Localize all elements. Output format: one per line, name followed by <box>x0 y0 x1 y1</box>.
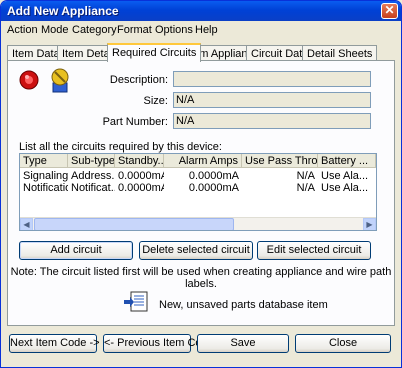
menu-category[interactable]: Category <box>72 24 117 36</box>
first-circuit-note: Note: The circuit listed first will be u… <box>10 266 392 290</box>
table-cell[interactable]: 0.0000mA <box>164 170 242 182</box>
size-field[interactable]: N/A <box>173 92 371 108</box>
strobe-device-icon <box>51 68 69 93</box>
part-number-field[interactable]: N/A <box>173 113 371 129</box>
size-label: Size: <box>143 95 168 107</box>
table-cell[interactable]: Notification <box>20 182 68 194</box>
column-header-pass-through[interactable]: Use Pass Throu... <box>242 154 318 168</box>
column-header-battery[interactable]: Battery ... <box>318 154 376 168</box>
column-header-type[interactable]: Type <box>20 154 68 168</box>
menu-options[interactable]: Options <box>155 24 193 36</box>
menu-format[interactable]: Format <box>117 24 152 36</box>
part-number-label: Part Number: <box>102 116 168 128</box>
table-cell[interactable]: Notificat... <box>68 182 115 194</box>
title-bar[interactable]: Add New Appliance ✕ <box>1 1 401 21</box>
tab-detail-sheets[interactable]: Detail Sheets <box>302 45 378 61</box>
table-cell[interactable]: 0.0000mA <box>164 182 242 194</box>
required-circuits-panel: Description: Size: N/A Part Number: N/A … <box>7 60 395 326</box>
description-label: Description: <box>109 74 168 86</box>
scroll-left-arrow-icon[interactable]: ◀ <box>20 218 33 230</box>
table-cell[interactable]: 0.0000mA <box>115 182 164 194</box>
menu-action[interactable]: Action <box>7 24 38 36</box>
circuits-caption: List all the circuits required by this d… <box>19 141 222 153</box>
column-header-standby[interactable]: Standby... <box>115 154 164 168</box>
scroll-right-arrow-icon[interactable]: ▶ <box>363 218 376 230</box>
table-cell[interactable]: N/A <box>242 182 318 194</box>
add-circuit-button[interactable]: Add circuit <box>19 241 133 260</box>
database-sheet-icon <box>124 291 148 312</box>
alarm-bell-icon <box>19 70 39 90</box>
delete-selected-circuit-button[interactable]: Delete selected circuit <box>139 241 253 260</box>
circuits-table[interactable]: Type Sub-type Standby... Alarm Amps Use … <box>19 153 377 231</box>
add-new-appliance-window: Add New Appliance ✕ Action Mode Category… <box>0 0 402 368</box>
window-title: Add New Appliance <box>7 4 119 18</box>
table-cell[interactable]: Signaling... <box>20 170 68 182</box>
table-cell[interactable]: 0.0000mA <box>115 170 164 182</box>
tab-required-circuits[interactable]: Required Circuits <box>107 43 202 62</box>
close-window-button[interactable]: ✕ <box>381 3 398 19</box>
horizontal-scrollbar[interactable]: ◀ ▶ <box>20 217 376 230</box>
status-text: New, unsaved parts database item <box>159 299 328 311</box>
close-button[interactable]: Close <box>295 334 391 353</box>
menu-mode[interactable]: Mode <box>41 24 69 36</box>
table-cell[interactable]: Use Ala... <box>318 170 376 182</box>
column-header-alarm-amps[interactable]: Alarm Amps <box>164 154 242 168</box>
scrollbar-thumb[interactable] <box>34 218 234 230</box>
table-cell[interactable]: N/A <box>242 170 318 182</box>
column-header-subtype[interactable]: Sub-type <box>68 154 115 168</box>
save-button[interactable]: Save <box>197 334 289 353</box>
menu-bar: Action Mode Category Format Options Help <box>1 21 401 39</box>
table-cell[interactable]: Use Ala... <box>318 182 376 194</box>
previous-item-code-button[interactable]: <- Previous Item Code <box>103 334 214 353</box>
description-field[interactable] <box>173 71 371 87</box>
table-cell[interactable]: Address... <box>68 170 115 182</box>
menu-help[interactable]: Help <box>195 24 218 36</box>
next-item-code-button[interactable]: Next Item Code -> <box>9 334 100 353</box>
edit-selected-circuit-button[interactable]: Edit selected circuit <box>257 241 371 260</box>
